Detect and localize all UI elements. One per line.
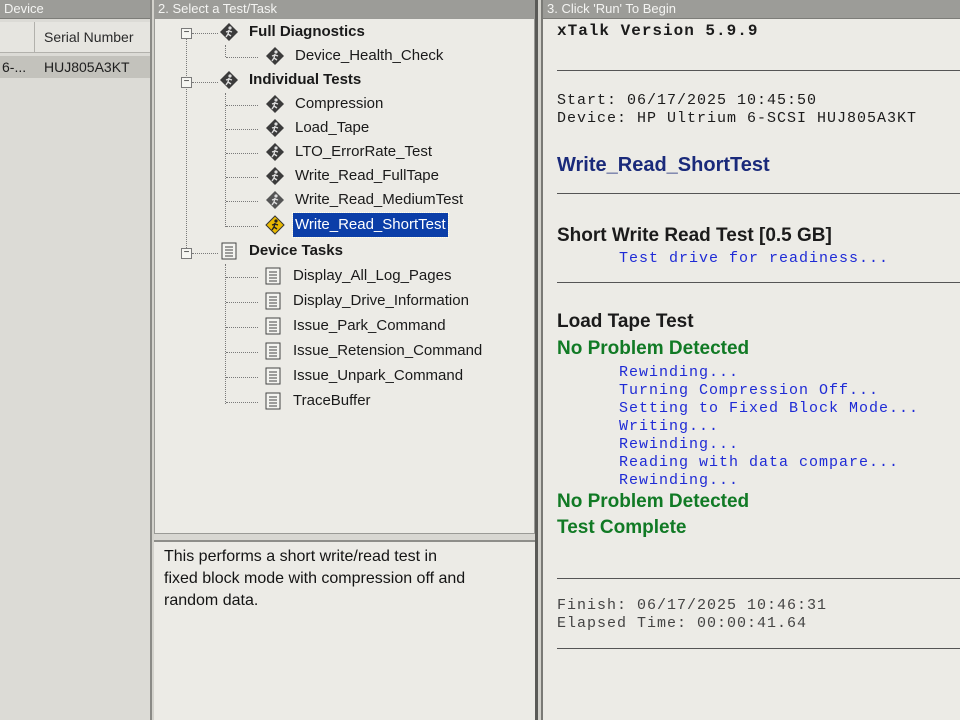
divider: [557, 578, 960, 579]
device-info: Device: HP Ultrium 6-SCSI HUJ805A3KT: [557, 110, 918, 127]
tree-line: [226, 57, 258, 58]
tree-line: [226, 302, 258, 303]
tree-line: [226, 277, 258, 278]
tree-item-label: Issue_Park_Command: [293, 317, 446, 334]
description-line: This performs a short write/read test in: [164, 548, 437, 565]
collapse-toggle-full-diagnostics[interactable]: −: [181, 28, 192, 39]
load-tape-title: Load Tape Test: [557, 311, 694, 332]
collapse-toggle-device-tasks[interactable]: −: [181, 248, 192, 259]
tree-item-label: TraceBuffer: [293, 392, 371, 409]
diagnostic-icon: [220, 71, 238, 89]
diagnostic-icon: [266, 47, 284, 65]
short-test-title: Short Write Read Test [0.5 GB]: [557, 225, 832, 246]
device-panel: Device Serial Number 6-... HUJ805A3KT: [0, 0, 152, 720]
task-icon: [265, 267, 281, 285]
tree-item-label: Display_All_Log_Pages: [293, 267, 452, 284]
tree-line: [225, 264, 226, 404]
diagnostic-icon: [265, 215, 285, 235]
tree-line: [225, 45, 226, 57]
device-row[interactable]: 6-... HUJ805A3KT: [0, 56, 150, 78]
step-line: Turning Compression Off...: [619, 382, 880, 399]
test-selection-panel: 2. Select a Test/Task − Full Diagnostics…: [154, 0, 538, 720]
diagnostic-icon: [266, 119, 284, 137]
task-icon: [221, 242, 237, 260]
tree-item-label: LTO_ErrorRate_Test: [295, 143, 432, 160]
description-line: random data.: [164, 592, 259, 609]
tree-line: [226, 402, 258, 403]
elapsed-time: Elapsed Time: 00:00:41.64: [557, 615, 808, 632]
device-model-cell: 6-...: [2, 59, 27, 75]
tree-item-label: Device_Health_Check: [295, 47, 444, 64]
tree-line: [186, 35, 187, 250]
tree-item-label: Display_Drive_Information: [293, 292, 469, 309]
tree-item-label: Load_Tape: [295, 119, 370, 136]
diagnostic-icon: [266, 167, 284, 185]
step-line: Setting to Fixed Block Mode...: [619, 400, 920, 417]
divider: [557, 193, 960, 194]
step-line: Reading with data compare...: [619, 454, 900, 471]
tree-item-label: Compression: [295, 95, 384, 112]
tree-line: [226, 377, 258, 378]
step-line: Writing...: [619, 418, 720, 435]
task-icon: [265, 292, 281, 310]
tree-line: [226, 177, 258, 178]
run-panel-header: 3. Click 'Run' To Begin: [543, 0, 960, 19]
tree-line: [226, 201, 258, 202]
tree-group-label: Individual Tests: [249, 71, 362, 88]
divider: [557, 282, 960, 283]
start-time: Start: 06/17/2025 10:45:50: [557, 92, 818, 109]
device-serial-cell: HUJ805A3KT: [44, 59, 130, 75]
test-panel-header: 2. Select a Test/Task: [154, 0, 535, 19]
tree-line: [226, 105, 258, 106]
divider: [557, 648, 960, 649]
tree-line: [225, 93, 226, 227]
tree-line: [192, 82, 218, 83]
tree-line: [192, 253, 218, 254]
step-line: Rewinding...: [619, 472, 740, 489]
tree-line: [226, 352, 258, 353]
column-header-model[interactable]: [0, 22, 35, 52]
tree-item-label: Write_Read_MediumTest: [295, 191, 464, 208]
result-status: No Problem Detected: [557, 491, 750, 512]
task-icon: [265, 392, 281, 410]
diagnostic-icon: [266, 95, 284, 113]
description-line: fixed block mode with compression off an…: [164, 570, 466, 587]
device-panel-header: Device: [0, 0, 150, 19]
divider: [557, 70, 960, 71]
tree-line: [226, 226, 258, 227]
diagnostic-icon: [220, 23, 238, 41]
tree-line: [192, 33, 218, 34]
task-icon: [265, 367, 281, 385]
diagnostic-icon: [266, 143, 284, 161]
test-complete: Test Complete: [557, 517, 687, 538]
test-description: This performs a short write/read test in…: [154, 540, 535, 720]
tree-item-label: Write_Read_FullTape: [295, 167, 439, 184]
run-output-panel: 3. Click 'Run' To Begin xTalk Version 5.…: [541, 0, 960, 720]
result-status: No Problem Detected: [557, 338, 750, 359]
test-tree[interactable]: − Full Diagnostics Device_Health_Check −…: [154, 18, 535, 534]
step-line: Rewinding...: [619, 436, 740, 453]
short-test-step: Test drive for readiness...: [619, 250, 890, 267]
task-icon: [265, 317, 281, 335]
tree-group-label: Full Diagnostics: [249, 23, 365, 40]
selected-item-label: Write_Read_ShortTest: [292, 212, 449, 238]
device-column-header: Serial Number: [0, 22, 150, 53]
tree-line: [226, 153, 258, 154]
step-list: Rewinding... Turning Compression Off... …: [619, 364, 960, 490]
tree-item-label: Issue_Retension_Command: [293, 342, 483, 359]
tree-group-label: Device Tasks: [249, 242, 343, 259]
column-header-serial[interactable]: Serial Number: [44, 22, 133, 52]
tree-line: [226, 327, 258, 328]
version-text: xTalk Version 5.9.9: [557, 22, 759, 40]
step-line: Rewinding...: [619, 364, 740, 381]
diagnostic-icon: [266, 191, 284, 209]
task-icon: [265, 342, 281, 360]
finish-time: Finish: 06/17/2025 10:46:31: [557, 597, 828, 614]
test-name: Write_Read_ShortTest: [557, 154, 770, 176]
tree-item-label: Issue_Unpark_Command: [293, 367, 464, 384]
collapse-toggle-individual-tests[interactable]: −: [181, 77, 192, 88]
tree-line: [226, 129, 258, 130]
